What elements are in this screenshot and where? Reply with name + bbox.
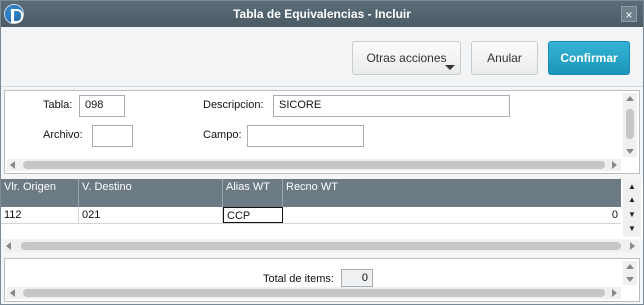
column-header[interactable]: Vlr. Origen	[1, 179, 79, 207]
toolbar: Otras acciones Anular Confirmar	[1, 27, 643, 87]
campo-label: Campo:	[203, 129, 242, 141]
cell-recno-wt[interactable]: 0	[283, 207, 621, 223]
scroll-right-icon[interactable]	[630, 242, 635, 250]
column-header[interactable]: Recno WT	[283, 179, 621, 207]
chevron-down-icon	[445, 65, 455, 70]
grid-header: Vlr. Origen V. Destino Alias WT Recno WT	[1, 179, 621, 207]
footer-horizontal-scrollbar[interactable]	[7, 287, 621, 299]
tabla-label: Tabla:	[43, 99, 73, 111]
cell-alias-wt[interactable]: CCP	[223, 207, 283, 223]
window-title: Tabla de Equivalencias - Incluir	[233, 7, 411, 21]
descripcion-label: Descripcion:	[203, 99, 264, 111]
column-header[interactable]: V. Destino	[79, 179, 223, 207]
double-down-arrow-icon[interactable]: ▼	[625, 223, 639, 234]
form-horizontal-scrollbar[interactable]	[7, 159, 621, 171]
footer-panel: Total de items: 0	[4, 258, 640, 302]
footer-vertical-scrollbar[interactable]	[623, 261, 637, 285]
cancel-button[interactable]: Anular	[471, 41, 538, 75]
total-items-label: Total de items:	[263, 273, 334, 285]
descripcion-input[interactable]: SICORE	[273, 95, 510, 117]
items-grid: Vlr. Origen V. Destino Alias WT Recno WT…	[1, 179, 643, 239]
archivo-label: Archivo:	[43, 129, 83, 141]
scroll-left-icon[interactable]	[10, 289, 15, 297]
form-vertical-scrollbar[interactable]	[623, 93, 637, 157]
scroll-thumb[interactable]	[23, 161, 605, 169]
form-panel: Tabla: 098 Descripcion: SICORE Archivo: …	[4, 90, 640, 174]
cell-v-destino[interactable]: 021	[79, 207, 223, 223]
scroll-up-icon[interactable]	[626, 96, 634, 101]
scroll-right-icon[interactable]	[612, 161, 617, 169]
scroll-thumb[interactable]	[23, 289, 605, 297]
grid-navigation: ▲ ▲ ▼ ▼	[623, 179, 641, 237]
down-arrow-icon[interactable]: ▼	[625, 209, 639, 220]
grid-horizontal-scrollbar[interactable]	[3, 240, 639, 252]
archivo-input[interactable]	[92, 125, 133, 147]
title-bar: Tabla de Equivalencias - Incluir ×	[1, 1, 643, 27]
table-row[interactable]: 112 021 CCP 0	[1, 207, 621, 224]
dialog-window: Tabla de Equivalencias - Incluir × Otras…	[0, 0, 644, 305]
scroll-left-icon[interactable]	[10, 161, 15, 169]
close-button[interactable]: ×	[621, 6, 637, 22]
column-header[interactable]: Alias WT	[223, 179, 283, 207]
other-actions-button[interactable]: Otras acciones	[352, 41, 461, 75]
cell-vlr-origen[interactable]: 112	[1, 207, 79, 223]
total-items-value: 0	[341, 269, 373, 287]
double-up-arrow-icon[interactable]: ▲	[625, 181, 639, 192]
confirm-button[interactable]: Confirmar	[548, 41, 630, 75]
up-arrow-icon[interactable]: ▲	[625, 194, 639, 205]
scroll-thumb[interactable]	[21, 242, 621, 250]
scroll-down-icon[interactable]	[626, 149, 634, 154]
scroll-thumb[interactable]	[626, 109, 634, 139]
scroll-up-icon[interactable]	[626, 264, 634, 269]
other-actions-label: Otras acciones	[366, 51, 447, 65]
tabla-input[interactable]: 098	[79, 95, 125, 117]
scroll-left-icon[interactable]	[6, 242, 11, 250]
campo-input[interactable]	[247, 125, 364, 147]
scroll-right-icon[interactable]	[612, 289, 617, 297]
scroll-down-icon[interactable]	[626, 277, 634, 282]
